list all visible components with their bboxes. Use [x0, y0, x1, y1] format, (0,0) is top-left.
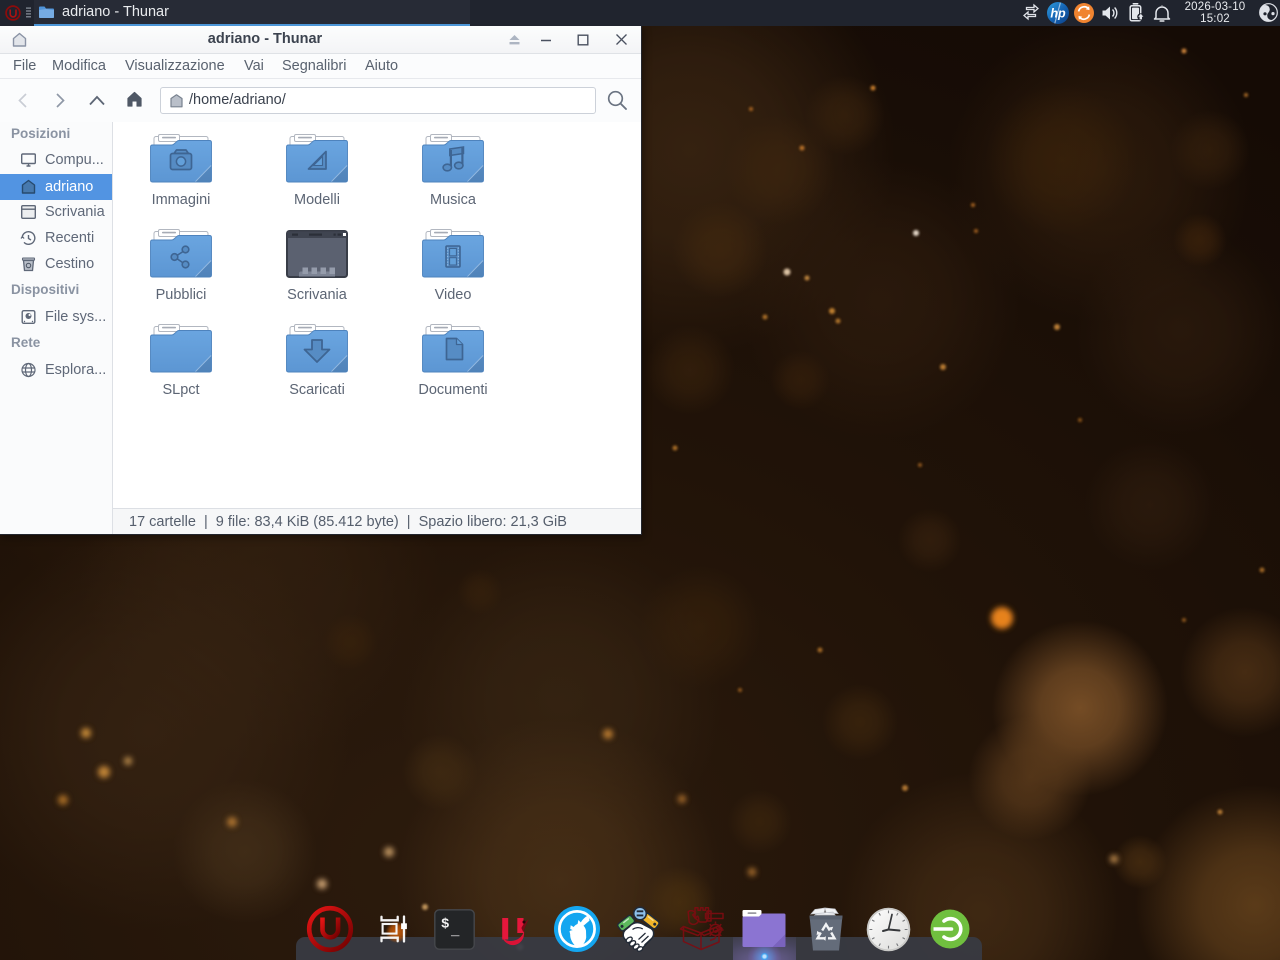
svg-text:_: _	[450, 924, 460, 940]
svg-text:$: $	[441, 917, 449, 933]
